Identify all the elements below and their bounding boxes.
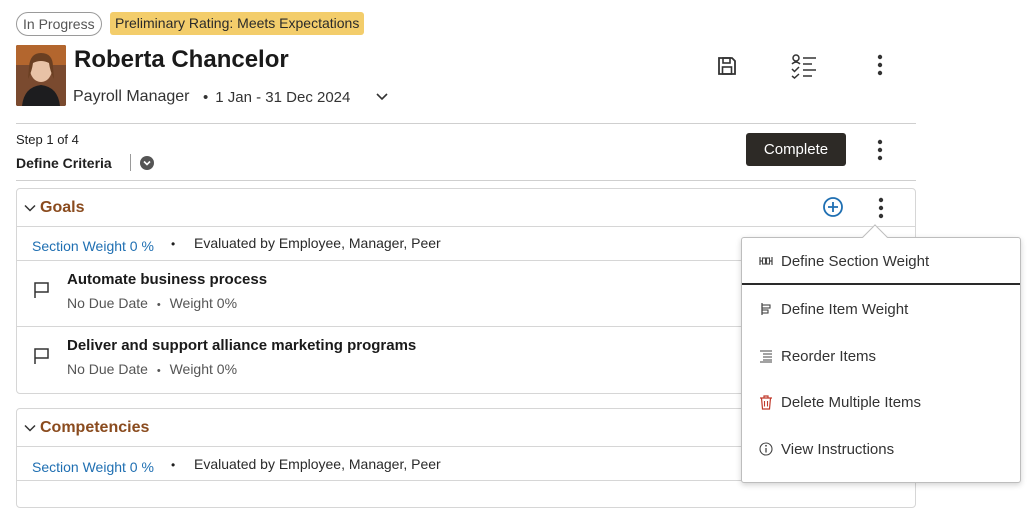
checklist-icon[interactable] — [789, 52, 819, 80]
add-circle-icon[interactable] — [822, 196, 844, 218]
rating-badge: Preliminary Rating: Meets Expectations — [110, 12, 365, 35]
meta-separator: • — [171, 458, 176, 472]
section-weight-link[interactable]: Section Weight 0 % — [32, 238, 154, 254]
divider — [16, 123, 916, 124]
chevron-down-icon[interactable] — [23, 421, 37, 435]
evaluated-by: Evaluated by Employee, Manager, Peer — [194, 235, 441, 251]
meta-separator: • — [171, 237, 176, 251]
menu-item-reorder-items[interactable]: Reorder Items — [742, 333, 1020, 379]
employee-role: Payroll Manager — [73, 88, 190, 105]
period-text: 1 Jan - 31 Dec 2024 — [215, 89, 351, 106]
item-weight: Weight 0% — [169, 361, 238, 377]
employee-name: Roberta Chancelor — [74, 46, 289, 73]
due-date: No Due Date — [67, 295, 148, 311]
step-indicator: Step 1 of 4 — [16, 132, 79, 147]
period-separator: • — [203, 89, 209, 106]
trash-icon — [758, 394, 774, 410]
menu-item-label: Define Item Weight — [781, 300, 909, 318]
section-header: Goals — [17, 189, 915, 227]
more-vertical-icon[interactable] — [868, 52, 892, 78]
chevron-down-icon[interactable] — [372, 87, 392, 107]
menu-item-view-instructions[interactable]: View Instructions — [742, 426, 1020, 472]
detail-separator: • — [156, 299, 161, 311]
chevron-down-icon[interactable] — [23, 201, 37, 215]
menu-item-label: Define Section Weight — [781, 252, 930, 270]
step-name: Define Criteria — [16, 155, 112, 171]
menu-item-define-section-weight[interactable]: Define Section Weight — [742, 239, 1020, 285]
status-badge: In Progress — [16, 12, 102, 36]
menu-item-label: View Instructions — [781, 440, 895, 458]
section-title[interactable]: Competencies — [40, 419, 149, 437]
flag-icon — [33, 281, 51, 302]
actions-menu: Define Section Weight Define Item Weight… — [741, 237, 1021, 483]
item-weight: Weight 0% — [169, 295, 238, 311]
menu-item-define-item-weight[interactable]: Define Item Weight — [742, 286, 1020, 332]
due-date: No Due Date — [67, 361, 148, 377]
info-icon — [758, 441, 774, 457]
section-weight-icon — [758, 253, 774, 269]
section-title[interactable]: Goals — [40, 199, 84, 217]
evaluated-by: Evaluated by Employee, Manager, Peer — [194, 456, 441, 472]
avatar — [16, 45, 66, 106]
chevron-down-circle-icon[interactable] — [139, 155, 155, 171]
save-icon[interactable] — [714, 53, 740, 79]
reorder-icon — [758, 348, 774, 364]
item-weight-icon — [758, 301, 774, 317]
flag-icon — [33, 347, 51, 368]
detail-separator: • — [156, 365, 161, 377]
more-vertical-icon[interactable] — [869, 195, 893, 221]
divider — [130, 154, 131, 171]
item-details: No Due Date • Weight 0% — [67, 295, 237, 311]
item-title[interactable]: Deliver and support alliance marketing p… — [67, 337, 416, 354]
menu-item-delete-multiple-items[interactable]: Delete Multiple Items — [742, 379, 1020, 425]
menu-item-label: Delete Multiple Items — [781, 393, 922, 411]
complete-button[interactable]: Complete — [746, 133, 846, 166]
divider — [16, 180, 916, 181]
menu-item-label: Reorder Items — [781, 347, 877, 365]
review-period: • 1 Jan - 31 Dec 2024 — [203, 89, 350, 106]
section-weight-link[interactable]: Section Weight 0 % — [32, 459, 154, 475]
item-details: No Due Date • Weight 0% — [67, 361, 237, 377]
more-vertical-icon[interactable] — [868, 137, 892, 163]
item-title[interactable]: Automate business process — [67, 271, 267, 288]
